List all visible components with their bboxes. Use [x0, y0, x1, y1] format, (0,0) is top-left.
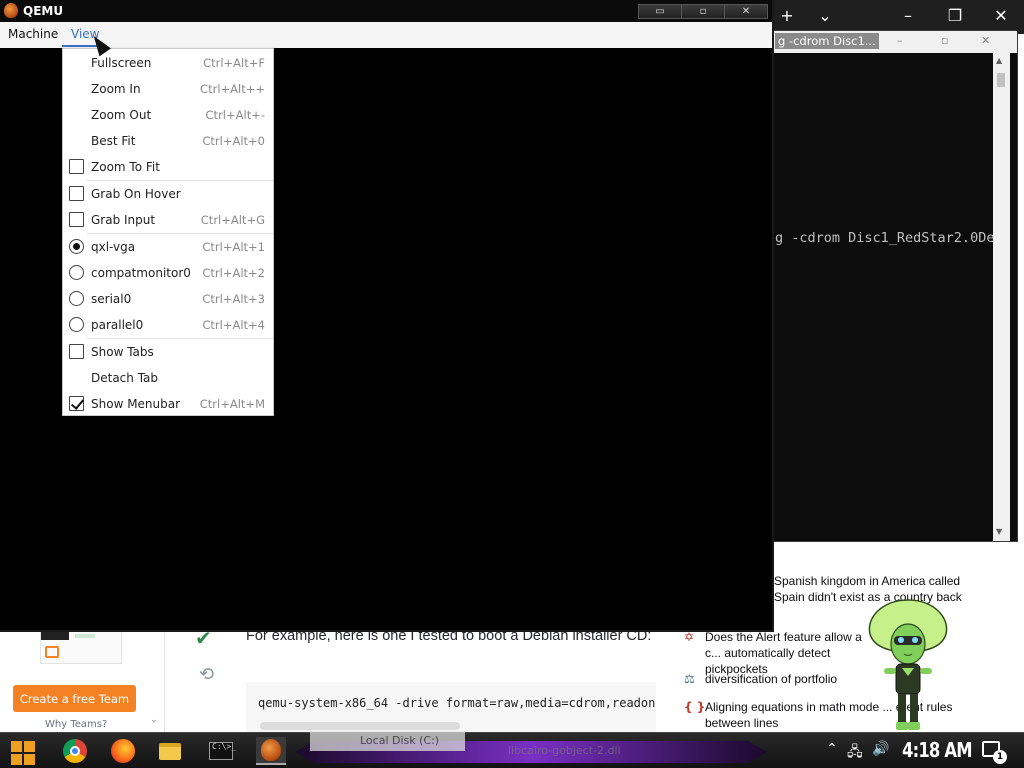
- radio-icon: [69, 265, 84, 280]
- checkbox-icon: [69, 212, 84, 227]
- cmd-icon[interactable]: C:\>_: [206, 737, 236, 765]
- code-scrollbar[interactable]: [260, 722, 460, 730]
- terminal-maximize-button[interactable]: ▫: [941, 34, 948, 47]
- firefox-icon[interactable]: [108, 737, 138, 765]
- menu-item-best-fit[interactable]: Best Fit Ctrl+Alt+0: [63, 128, 273, 154]
- sidebar-scroll-icon[interactable]: ⌄: [150, 715, 158, 725]
- menu-item-zoom-in[interactable]: Zoom In Ctrl+Alt++: [63, 76, 273, 102]
- menu-item-fullscreen[interactable]: Fullscreen Ctrl+Alt+F: [63, 50, 273, 76]
- site-icon: { }: [684, 700, 706, 714]
- minimize-button[interactable]: ▭: [638, 4, 682, 19]
- file-list-ghost: libcairo-gobject-2.dll: [508, 744, 621, 757]
- radio-icon: [69, 291, 84, 306]
- radio-icon: [69, 239, 84, 254]
- qemu-titlebar: QEMU ▭ ▫ ✕: [0, 0, 772, 22]
- menu-item-zoom-to-fit[interactable]: Zoom To Fit: [63, 154, 273, 180]
- teams-sidebar: [0, 630, 165, 732]
- menubar: Machine View: [0, 22, 772, 48]
- close-button[interactable]: ✕: [724, 4, 768, 19]
- code-text: qemu-system-x86_64 -drive format=raw,med…: [258, 696, 656, 710]
- radio-icon: [69, 317, 84, 332]
- notification-badge: 1: [993, 750, 1007, 764]
- menu-item-compatmonitor0[interactable]: compatmonitor0 Ctrl+Alt+2: [63, 260, 273, 286]
- tab-dropdown-icon[interactable]: ⌄: [810, 6, 840, 25]
- maximize-button[interactable]: ▫: [681, 4, 725, 19]
- browser-close-button[interactable]: ✕: [986, 6, 1016, 25]
- clock[interactable]: 4:18 AM: [902, 738, 973, 762]
- window-title: QEMU: [23, 4, 64, 18]
- terminal-window: g -cdrom Disc1... – ▫ ✕ g -cdrom Disc1_R…: [772, 30, 1018, 542]
- why-teams-link[interactable]: Why Teams?: [45, 719, 107, 730]
- explorer-breadcrumb-ghost: Local Disk (C:): [310, 731, 465, 751]
- peridot-sticker-image: [868, 599, 948, 730]
- start-button[interactable]: [8, 737, 38, 765]
- terminal-minimize-button[interactable]: –: [897, 34, 903, 47]
- scroll-up-icon[interactable]: ▲: [996, 56, 1002, 65]
- qemu-logo-icon: [4, 3, 18, 18]
- hot-question-link[interactable]: diversification of portfolio: [705, 671, 880, 687]
- create-free-team-button[interactable]: Create a free Team: [13, 685, 136, 712]
- checkbox-icon: [69, 159, 84, 174]
- terminal-close-button[interactable]: ✕: [981, 34, 990, 47]
- menu-item-grab-input[interactable]: Grab Input Ctrl+Alt+G: [63, 207, 273, 233]
- site-icon: ✡: [684, 630, 695, 644]
- view-dropdown-menu: Fullscreen Ctrl+Alt+F Zoom In Ctrl+Alt++…: [62, 48, 274, 416]
- scroll-thumb[interactable]: [997, 73, 1005, 87]
- hot-question-link[interactable]: Does the Alert feature allow a c... auto…: [705, 629, 880, 677]
- browser-maximize-button[interactable]: ❐: [940, 6, 970, 25]
- history-icon[interactable]: ⟲: [199, 664, 214, 685]
- terminal-scrollbar[interactable]: ▲ ▼: [993, 53, 1010, 541]
- site-icon: ⚖: [684, 672, 695, 686]
- menu-item-parallel0[interactable]: parallel0 Ctrl+Alt+4: [63, 312, 273, 338]
- menu-machine[interactable]: Machine: [8, 27, 58, 41]
- menu-item-show-tabs[interactable]: Show Tabs: [63, 339, 273, 365]
- checkbox-icon: [69, 396, 84, 411]
- network-icon[interactable]: 🖧: [847, 741, 863, 765]
- teams-illustration: [40, 630, 122, 664]
- new-tab-button[interactable]: +: [772, 6, 802, 25]
- menu-item-show-menubar[interactable]: Show Menubar Ctrl+Alt+M: [63, 391, 273, 417]
- browser-minimize-button[interactable]: –: [893, 6, 923, 25]
- folder-icon[interactable]: [155, 737, 185, 765]
- scroll-down-icon[interactable]: ▼: [996, 527, 1002, 536]
- menu-item-zoom-out[interactable]: Zoom Out Ctrl+Alt+-: [63, 102, 273, 128]
- checkbox-icon: [69, 344, 84, 359]
- code-block: qemu-system-x86_64 -drive format=raw,med…: [246, 682, 656, 732]
- menu-item-detach-tab[interactable]: Detach Tab: [63, 365, 273, 391]
- menu-item-qxl-vga[interactable]: qxl-vga Ctrl+Alt+1: [63, 234, 273, 260]
- menu-item-grab-on-hover[interactable]: Grab On Hover: [63, 181, 273, 207]
- qemu-taskbar-icon[interactable]: [256, 737, 286, 765]
- menu-item-serial0[interactable]: serial0 Ctrl+Alt+3: [63, 286, 273, 312]
- volume-icon[interactable]: 🔊: [872, 741, 889, 757]
- terminal-output-line: g -cdrom Disc1_RedStar2.0De: [775, 230, 995, 246]
- chrome-icon[interactable]: [60, 737, 90, 765]
- show-hidden-icons-icon[interactable]: ⌃: [826, 741, 838, 757]
- checkbox-icon: [69, 186, 84, 201]
- terminal-titlebar: g -cdrom Disc1... – ▫ ✕: [773, 31, 1017, 53]
- terminal-title: g -cdrom Disc1...: [775, 33, 879, 49]
